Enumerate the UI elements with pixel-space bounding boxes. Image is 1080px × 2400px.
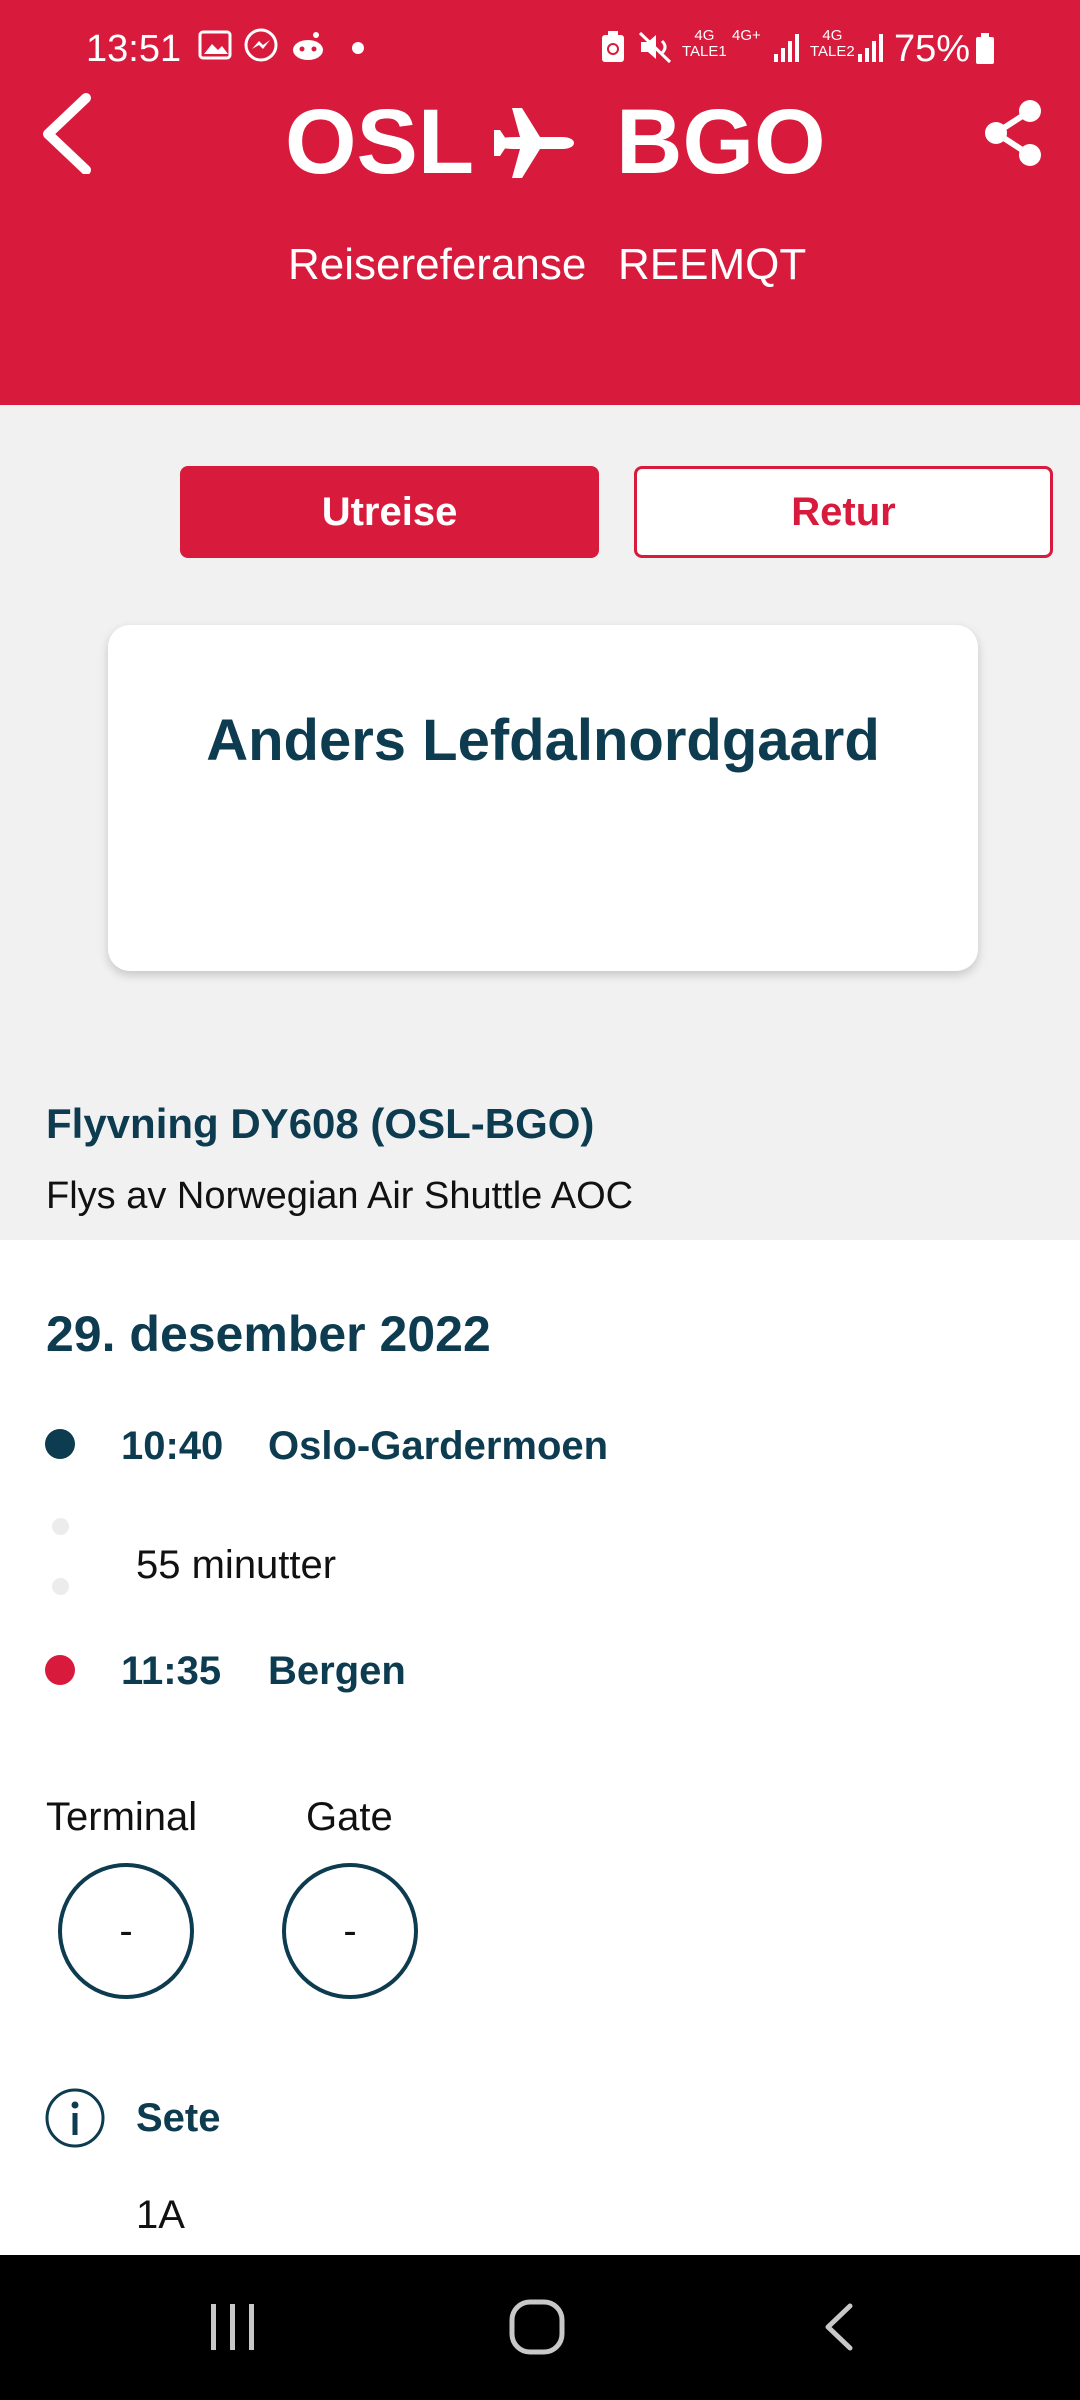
back-arrow-icon[interactable] <box>36 90 100 175</box>
gate-value: - <box>343 1908 357 1953</box>
passenger-name: Anders Lefdalnordgaard <box>206 708 880 773</box>
signal-1-icon <box>772 30 802 64</box>
arrival-airport: Bergen <box>268 1649 406 1693</box>
arrival-time: 11:35 <box>121 1649 222 1693</box>
network-1: 4G TALE1 <box>682 27 727 60</box>
nav-back-icon[interactable] <box>820 2302 856 2352</box>
passenger-card: Anders Lefdalnordgaard <box>108 625 978 971</box>
tab-return[interactable]: Retur <box>634 466 1053 558</box>
terminal-circle: - <box>58 1863 194 1999</box>
departure-time: 10:40 <box>121 1424 224 1468</box>
battery-percent: 75% <box>894 28 971 70</box>
airplane-icon <box>490 100 576 186</box>
departure-dot-icon <box>45 1429 75 1459</box>
recent-apps-icon[interactable] <box>208 2302 258 2352</box>
seat-value: 1A <box>136 2193 185 2237</box>
terminal-value: - <box>119 1908 133 1953</box>
battery-icon <box>974 32 996 66</box>
flight-title: Flyvning DY608 (OSL-BGO) <box>46 1100 595 1147</box>
seat-label: Sete <box>136 2096 221 2140</box>
battery-saver-icon <box>600 30 626 64</box>
network-3: 4G TALE2 <box>810 27 855 60</box>
tab-outbound[interactable]: Utreise <box>180 466 599 558</box>
gallery-notification-icon <box>198 30 232 60</box>
reddit-notification-icon <box>290 30 326 62</box>
signal-2-icon <box>856 30 886 64</box>
flight-date: 29. desember 2022 <box>46 1306 491 1362</box>
gate-label: Gate <box>306 1795 393 1839</box>
home-icon[interactable] <box>508 2298 566 2356</box>
messenger-notification-icon <box>244 28 278 62</box>
departure-airport: Oslo-Gardermoen <box>268 1424 609 1468</box>
share-icon[interactable] <box>982 98 1044 168</box>
destination-code: BGO <box>616 91 826 193</box>
origin-code: OSL <box>285 91 475 193</box>
network-2: 4G+ <box>732 27 761 44</box>
flight-duration: 55 minutter <box>136 1543 337 1587</box>
arrival-dot-icon <box>45 1655 75 1685</box>
info-icon <box>43 2086 107 2150</box>
terminal-label: Terminal <box>46 1795 198 1839</box>
flight-operator: Flys av Norwegian Air Shuttle AOC <box>46 1175 634 1217</box>
reference-value: REEMQT <box>618 240 807 289</box>
mute-icon <box>638 30 674 64</box>
gate-circle: - <box>282 1863 418 1999</box>
timeline-dot-icon <box>52 1578 69 1595</box>
more-notifications-dot-icon <box>352 42 364 54</box>
status-time: 13:51 <box>86 28 182 70</box>
reference-label: Reisereferanse <box>288 240 587 289</box>
timeline-dot-icon <box>52 1518 69 1535</box>
